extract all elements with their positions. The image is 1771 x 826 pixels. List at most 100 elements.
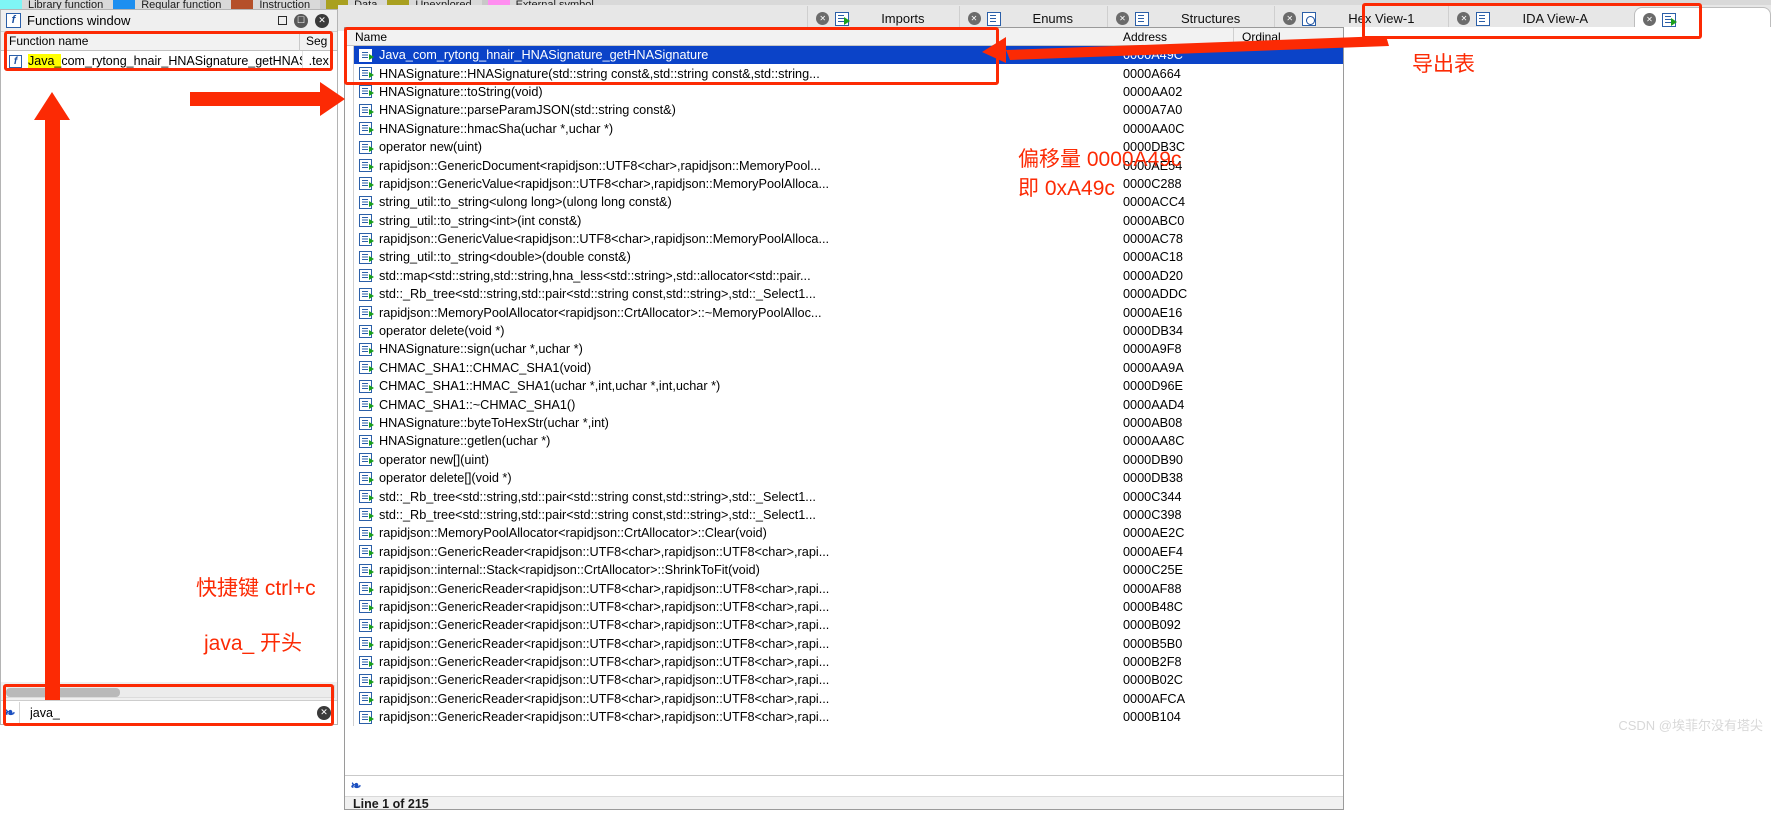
export-entry-icon [359,618,374,632]
exports-table-row[interactable]: rapidjson::GenericReader<rapidjson::UTF8… [345,671,1343,690]
functions-table-header[interactable]: Function name Seg [1,31,337,51]
functions-window[interactable]: f Functions window ☐ ✕ Function name Seg… [0,9,338,725]
exports-table-row[interactable]: rapidjson::internal::Stack<rapidjson::Cr… [345,560,1343,580]
export-address-cell: 0000B2F8 [1123,655,1182,670]
exports-table-row[interactable]: HNASignature::HNASignature(std::string c… [345,64,1343,83]
exports-table-row[interactable]: HNASignature::byteToHexStr(uchar *,int) 0… [345,413,1343,433]
imports-icon [835,11,851,26]
export-name-cell: operator new[](uint) [379,452,490,467]
exports-table-row[interactable]: Java_com_rytong_hnair_HNASignature_getHN… [345,46,1343,65]
export-name-cell: string_util::to_string<double>(double co… [379,250,631,265]
row-gutter [345,119,354,138]
row-gutter [345,303,354,322]
exports-table-row[interactable]: std::_Rb_tree<std::string,std::pair<std:… [345,505,1343,525]
export-name-cell: HNASignature::parseParamJSON(std::string… [379,103,676,118]
exports-table-row[interactable]: std::_Rb_tree<std::string,std::pair<std:… [345,285,1343,304]
column-header-name[interactable]: Name [345,30,1123,44]
exports-table-row[interactable]: string_util::to_string<double>(double co… [345,248,1343,267]
exports-table-row[interactable]: rapidjson::GenericDocument<rapidjson::UT… [345,156,1343,175]
tab-close-icon[interactable]: ✕ [816,12,830,25]
exports-table-row[interactable]: rapidjson::GenericValue<rapidjson::UTF8<… [345,229,1343,249]
column-header-function-name[interactable]: Function name [1,34,299,48]
float-icon[interactable]: ☐ [294,13,308,28]
close-icon[interactable]: ✕ [315,13,329,28]
exports-table-row[interactable]: HNASignature::getlen(uchar *) 0000AA8C [345,432,1343,451]
exports-table-row[interactable]: rapidjson::GenericReader<rapidjson::UTF8… [345,616,1343,635]
export-entry-icon [359,140,374,154]
tab-close-icon[interactable]: ✕ [1643,13,1656,26]
filter-snowflake-icon[interactable]: ❧ [347,778,365,794]
row-gutter [345,505,354,525]
exports-table-row[interactable]: HNASignature::parseParamJSON(std::string… [345,101,1343,120]
exports-table-row[interactable]: operator new[](uint) 0000DB90 [345,450,1343,469]
exports-table-row[interactable]: CHMAC_SHA1::HMAC_SHA1(uchar *,int,uchar … [345,377,1343,396]
scrollbar-thumb[interactable] [6,688,120,697]
exports-table-row[interactable]: operator new(uint) 0000DB3C [345,137,1343,157]
exports-table-row[interactable]: string_util::to_string<int>(int const&) 0… [345,211,1343,230]
column-header-segment[interactable]: Seg [299,31,337,51]
functions-window-footer[interactable]: ❧ ✕ [1,682,337,724]
export-address-cell: 0000AA02 [1123,84,1183,99]
export-entry-icon [359,159,374,173]
functions-table-row[interactable]: f Java_com_rytong_hnair_HNASignature_getH… [1,51,337,71]
row-gutter [345,597,354,617]
exports-table-row[interactable]: rapidjson::MemoryPoolAllocator<rapidjson… [345,303,1343,322]
exports-table-row[interactable]: rapidjson::GenericReader<rapidjson::UTF8… [345,634,1343,653]
exports-panel-footer[interactable]: ❧ Line 1 of 215 [345,775,1343,811]
row-gutter [345,174,354,194]
exports-table-row[interactable]: HNASignature::sign(uchar *,uchar *) 0000A… [345,340,1343,359]
tab-close-icon[interactable]: ✕ [1116,12,1129,25]
export-name-cell: rapidjson::GenericReader<rapidjson::UTF8… [379,710,830,725]
exports-table-row[interactable]: rapidjson::GenericValue<rapidjson::UTF8<… [345,174,1343,194]
exports-table-row[interactable]: HNASignature::toString(void) 0000AA02 [345,82,1343,102]
function-f-icon: f [6,13,21,28]
functions-filter-input[interactable] [19,701,311,724]
filter-snowflake-icon[interactable]: ❧ [1,705,19,721]
exports-table-row[interactable]: std::map<std::string,std::string,hna_les… [345,266,1343,286]
exports-table-row[interactable]: HNASignature::hmacSha(uchar *,uchar *) 00… [345,119,1343,138]
functions-filter-row[interactable]: ❧ ✕ [1,700,337,724]
export-name-cell: rapidjson::GenericReader<rapidjson::UTF8… [379,636,830,651]
export-address-cell: 0000AC18 [1123,250,1183,265]
exports-table-row[interactable]: rapidjson::GenericReader<rapidjson::UTF8… [345,542,1343,561]
exports-table-row[interactable]: CHMAC_SHA1::~CHMAC_SHA1() 0000AAD4 [345,395,1343,414]
exports-panel[interactable]: Name Address Ordinal Java_com_rytong_hna… [344,27,1344,811]
exports-table-row[interactable]: operator delete[](void *) 0000DB38 [345,468,1343,488]
exports-table-row[interactable]: std::_Rb_tree<std::string,std::pair<std:… [345,487,1343,506]
exports-table-row[interactable]: rapidjson::GenericReader<rapidjson::UTF8… [345,708,1343,727]
functions-filter-close-icon[interactable]: ✕ [311,705,337,720]
export-address-cell: 0000AEF4 [1123,544,1183,559]
tab-label: IDA View-A [1522,11,1588,26]
exports-table-body[interactable]: Java_com_rytong_hnair_HNASignature_getHN… [345,46,1343,727]
exports-filter-row[interactable]: ❧ [345,776,1343,797]
export-address-cell: 0000DB90 [1123,452,1183,467]
row-gutter [345,266,354,286]
functions-table-body[interactable]: f Java_com_rytong_hnair_HNASignature_getH… [1,51,337,71]
exports-table-row[interactable]: rapidjson::GenericReader<rapidjson::UTF8… [345,597,1343,617]
tab-close-icon[interactable]: ✕ [967,12,981,25]
column-header-address[interactable]: Address [1123,30,1233,44]
exports-table-header[interactable]: Name Address Ordinal [345,27,1343,46]
tab-close-icon[interactable]: ✕ [1457,12,1471,25]
exports-table-row[interactable]: rapidjson::MemoryPoolAllocator<rapidjson… [345,524,1343,543]
row-gutter [345,137,354,157]
exports-table-row[interactable]: rapidjson::GenericReader<rapidjson::UTF8… [345,689,1343,709]
export-address-cell: 0000A49C [1123,48,1183,63]
exports-table-row[interactable]: rapidjson::GenericReader<rapidjson::UTF8… [345,579,1343,598]
exports-table-row[interactable]: string_util::to_string<ulong long>(ulong… [345,193,1343,212]
column-header-ordinal[interactable]: Ordinal [1233,27,1343,46]
exports-table-row[interactable]: rapidjson::GenericReader<rapidjson::UTF8… [345,652,1343,672]
exports-table-row[interactable]: operator delete(void *) 0000DB34 [345,321,1343,341]
horizontal-scrollbar[interactable] [3,685,335,698]
row-gutter [345,671,354,690]
row-gutter [345,450,354,469]
exports-table-row[interactable]: CHMAC_SHA1::CHMAC_SHA1(void) 0000AA9A [345,358,1343,378]
exports-status-text: Line 1 of 215 [353,797,429,811]
functions-window-buttons[interactable]: ☐ ✕ [278,13,337,28]
tab-close-icon[interactable]: ✕ [1283,12,1297,25]
export-address-cell: 0000D96E [1123,379,1183,394]
functions-window-titlebar: f Functions window ☐ ✕ [1,10,337,32]
restore-icon[interactable] [278,16,287,25]
export-address-cell: 0000B104 [1123,710,1181,725]
annotation-shortcut-label: 快捷键 ctrl+c [196,577,316,600]
